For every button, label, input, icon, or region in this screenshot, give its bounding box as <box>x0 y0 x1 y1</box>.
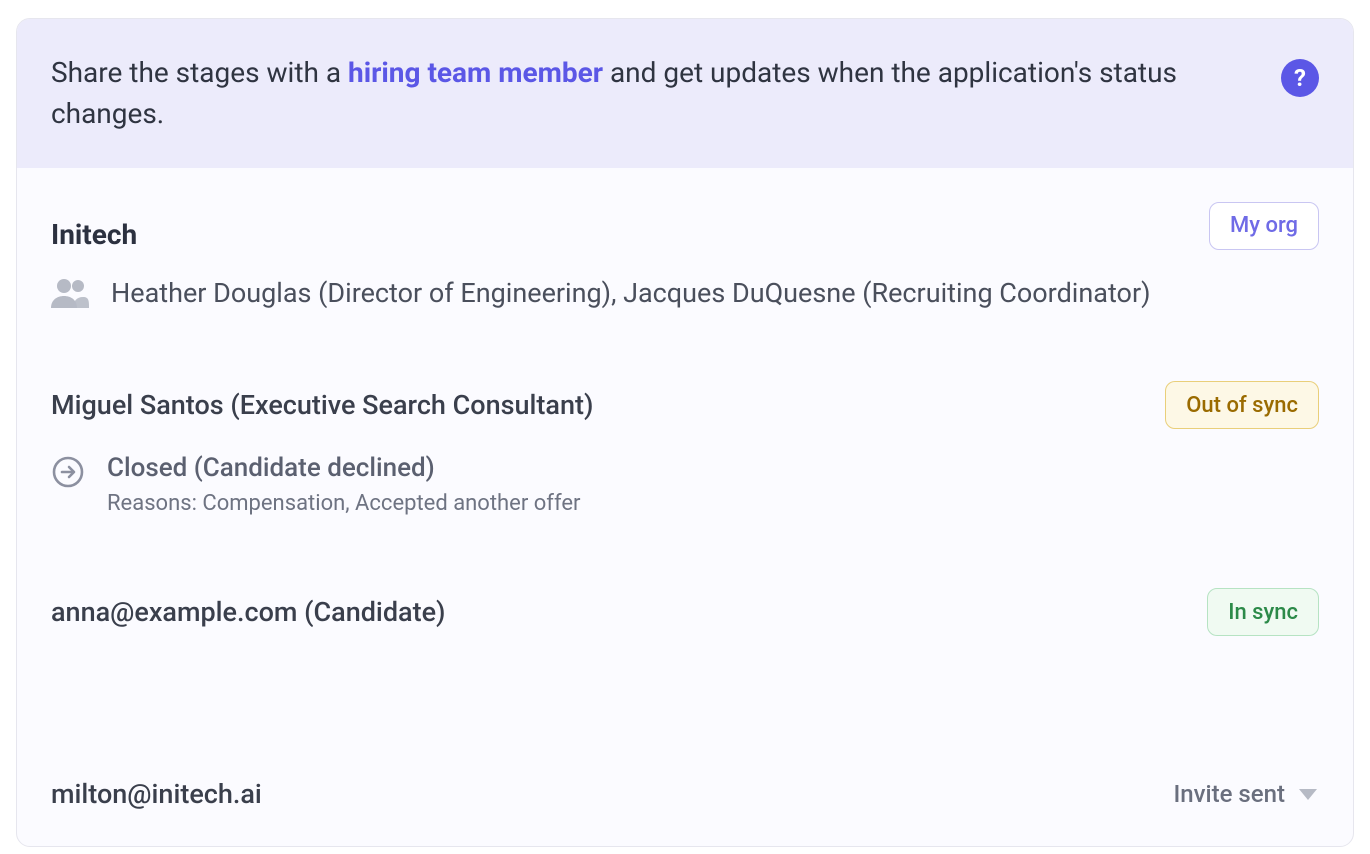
sync-badge-out-of-sync: Out of sync <box>1165 381 1319 429</box>
sync-badge-in-sync: In sync <box>1207 588 1319 636</box>
info-banner: Share the stages with a hiring team memb… <box>17 19 1353 168</box>
participant-header: anna@example.com (Candidate) In sync <box>51 588 1319 636</box>
org-name: Initech <box>51 200 137 251</box>
org-people-row: Heather Douglas (Director of Engineering… <box>51 277 1319 309</box>
invite-status-label: Invite sent <box>1173 780 1285 808</box>
pending-invite-row: milton@initech.ai Invite sent <box>51 774 1319 814</box>
participant-status-main: Closed (Candidate declined) <box>107 453 580 483</box>
participant-title: Miguel Santos (Executive Search Consulta… <box>51 389 593 421</box>
my-org-badge: My org <box>1209 202 1319 250</box>
participant-status-reasons: Reasons: Compensation, Accepted another … <box>107 491 580 516</box>
org-header-row: Initech My org <box>51 200 1319 251</box>
pending-email: milton@initech.ai <box>51 778 262 810</box>
participant-row: anna@example.com (Candidate) In sync <box>51 588 1319 636</box>
org-people-text: Heather Douglas (Director of Engineering… <box>111 277 1151 309</box>
invite-status-dropdown[interactable]: Invite sent <box>1171 774 1319 814</box>
help-icon[interactable]: ? <box>1281 59 1319 97</box>
people-icon <box>51 278 89 308</box>
participant-status-line: Closed (Candidate declined) Reasons: Com… <box>51 453 1319 516</box>
share-stages-card: Share the stages with a hiring team memb… <box>16 18 1354 847</box>
card-body: Initech My org Heather Douglas (Director… <box>17 168 1353 846</box>
arrow-right-circle-icon <box>51 455 85 493</box>
participant-header: Miguel Santos (Executive Search Consulta… <box>51 381 1319 429</box>
banner-message: Share the stages with a hiring team memb… <box>51 53 1231 134</box>
participant-title: anna@example.com (Candidate) <box>51 596 445 628</box>
participant-status-text: Closed (Candidate declined) Reasons: Com… <box>107 453 580 516</box>
help-glyph: ? <box>1294 64 1306 92</box>
chevron-down-icon <box>1299 789 1317 800</box>
banner-text-prefix: Share the stages with a <box>51 56 348 89</box>
hiring-team-member-link[interactable]: hiring team member <box>348 56 603 89</box>
participant-row: Miguel Santos (Executive Search Consulta… <box>51 381 1319 516</box>
